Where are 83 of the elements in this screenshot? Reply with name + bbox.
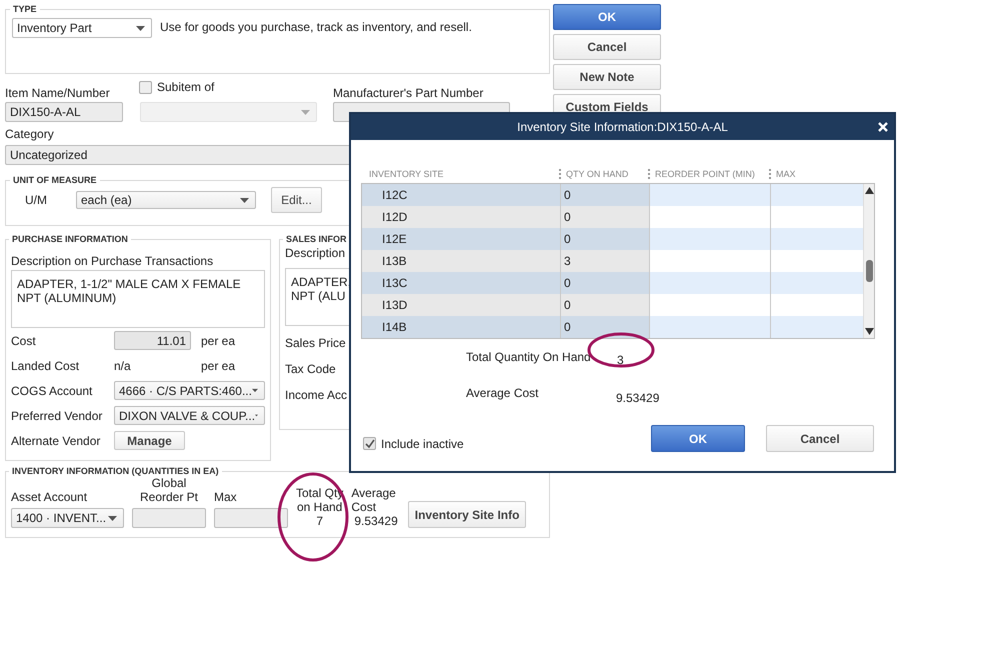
item-name-field[interactable]: DIX150-A-AL	[5, 102, 123, 122]
table-cell: 0	[560, 206, 649, 228]
checkbox-label: Include inactive	[381, 436, 464, 450]
table-cell: 0	[560, 272, 649, 294]
field-label: Landed Cost	[11, 358, 80, 372]
table-cell: 0	[560, 294, 649, 316]
reorder-field[interactable]	[132, 508, 206, 528]
column-header: INVENTORY SITE	[368, 169, 445, 179]
type-dropdown[interactable]: Inventory Part	[12, 18, 152, 38]
field-label: Sales Price	[285, 336, 346, 350]
column-header: REORDER POINT (MIN)	[648, 169, 769, 179]
section-title: UNIT OF MEASURE	[12, 175, 98, 185]
field-label: Manufacturer's Part Number	[333, 86, 484, 100]
table-cell: 0	[560, 228, 649, 250]
unit-label: per ea	[201, 358, 236, 372]
unit-dropdown[interactable]: each (ea)	[76, 191, 256, 209]
edit-button[interactable]: Edit...	[271, 187, 322, 213]
field-label: U/M	[24, 193, 48, 207]
dialog-button[interactable]: OK	[651, 425, 745, 452]
total-value: 3	[617, 353, 625, 367]
caret-icon	[108, 516, 117, 520]
field-label: Item Name/Number	[5, 86, 111, 100]
account-dropdown[interactable]: DIXON VALVE & COUP...	[114, 406, 265, 425]
caret-icon	[252, 388, 258, 393]
scroll-thumb[interactable]	[866, 260, 872, 282]
field-label: Cost	[11, 334, 37, 348]
table-cell: I13C	[362, 272, 560, 294]
table-cell: I13D	[362, 294, 560, 316]
account-dropdown[interactable]: 4666 · C/S PARTS:460...	[114, 381, 265, 400]
field-label: Global Reorder Pt	[140, 476, 198, 504]
cost-value: 9.53429	[354, 514, 398, 528]
scroll-up-icon[interactable]	[864, 187, 874, 194]
average-value: 9.53429	[616, 391, 660, 405]
cost-field[interactable]: 11.01	[114, 331, 191, 350]
field-label: Description on Purchase Transactions	[11, 254, 214, 268]
description-field[interactable]: ADAPTER, 1-1/2" MALE CAM X FEMALE NPT (ALUMINUM)	[11, 270, 265, 328]
site-info-button[interactable]: Inventory Site Info	[408, 501, 526, 528]
checkbox-label: Subitem of	[157, 80, 214, 94]
table-cell: 3	[560, 250, 649, 272]
close-icon[interactable]	[878, 122, 888, 132]
type-description: Use for goods you purchase, track as inventory, and resell.	[160, 20, 472, 34]
checkbox[interactable]	[363, 437, 376, 450]
column-header: QTY ON HAND	[559, 169, 648, 179]
table-cell: I12C	[362, 184, 560, 206]
field-label: Average Cost	[351, 486, 396, 514]
field-label: Alternate Vendor	[11, 434, 102, 448]
section-title: INVENTORY INFORMATION (QUANTITIES IN EA)	[11, 466, 220, 476]
max-field[interactable]	[214, 508, 288, 528]
table-cell: I14B	[362, 316, 560, 338]
caret-icon	[240, 198, 249, 202]
table-cell: I13B	[362, 250, 560, 272]
field-label: Description	[285, 246, 346, 260]
field-label: Asset Account	[11, 490, 88, 504]
section-title: TYPE	[12, 4, 38, 14]
manage-button[interactable]: Manage	[114, 431, 185, 450]
field-label: Tax Code	[285, 362, 336, 376]
field-label: COGS Account	[11, 384, 94, 398]
field-label: Max	[214, 490, 237, 504]
section-title: SALES INFOR	[285, 234, 348, 244]
caret-icon	[136, 26, 145, 30]
asset-account-dropdown[interactable]: 1400 · INVENT...	[11, 508, 124, 528]
quantity-value: 7	[316, 514, 324, 528]
field-value: n/a	[114, 358, 132, 372]
action-button[interactable]: OK	[553, 4, 661, 30]
action-button[interactable]: New Note	[553, 64, 661, 90]
field-label: Income Acc	[285, 388, 348, 402]
average-label: Average Cost	[466, 386, 540, 402]
table-cell: I12D	[362, 206, 560, 228]
total-label: Total Quantity On Hand	[466, 350, 592, 366]
dialog-button[interactable]: Cancel	[766, 425, 874, 452]
caret-icon	[301, 110, 310, 114]
action-button[interactable]: Cancel	[553, 34, 661, 60]
column-header: MAX	[769, 169, 862, 179]
unit-label: per ea	[201, 334, 236, 348]
checkbox[interactable]	[139, 80, 152, 94]
scroll-down-icon[interactable]	[864, 328, 874, 335]
table-cell: 0	[560, 184, 649, 206]
table-cell: I12E	[362, 228, 560, 250]
section-title: PURCHASE INFORMATION	[11, 234, 129, 244]
field-label: Preferred Vendor	[11, 408, 104, 422]
table-cell: 0	[560, 316, 649, 338]
window-title: Inventory Site Information:DIX150-A-AL	[517, 120, 728, 134]
scrollbar[interactable]	[863, 184, 874, 338]
